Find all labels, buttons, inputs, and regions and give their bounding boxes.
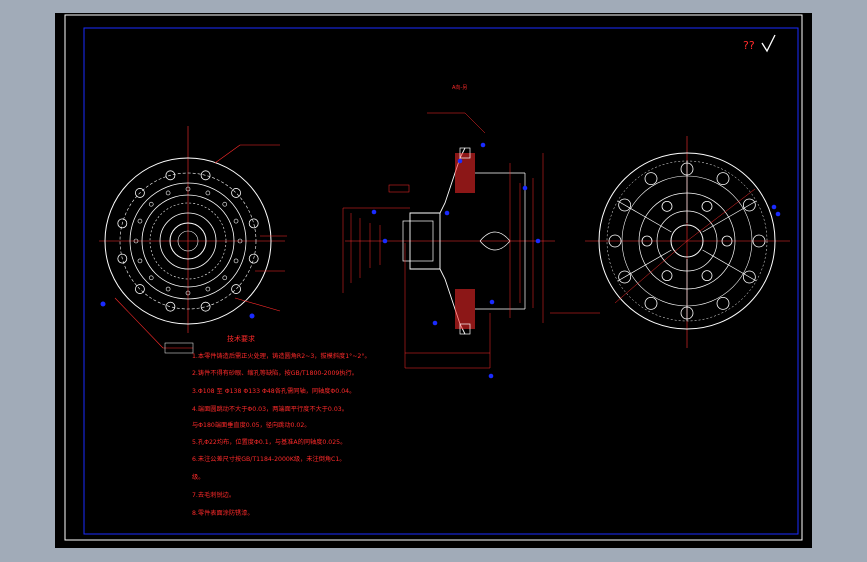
right-bolt-hole (716, 172, 730, 186)
hub-upper-left (409, 212, 441, 241)
left-small-hole (137, 258, 143, 264)
section-marker-9 (535, 238, 541, 244)
roughness-check-icon (761, 34, 776, 53)
left-small-hole (222, 275, 228, 281)
requirement-line: 7.去毛刺锐边。 (192, 491, 235, 499)
requirements-title: 技术要求 (227, 334, 255, 343)
right-inner-hole (701, 200, 713, 212)
requirement-line: 级。 (192, 473, 204, 481)
section-marker-5 (382, 238, 388, 244)
right-marker-1 (771, 204, 777, 210)
left-marker-2 (249, 313, 255, 319)
left-small-hole (233, 258, 239, 264)
left-marker-1 (100, 301, 106, 307)
right-rib (702, 249, 757, 282)
section-marker-8 (522, 185, 528, 191)
cad-drawing: ?? A向-另 技术要求 1.本零件铸造后需正火处理，铸造圆角R2~3，拔模斜度… (64, 14, 803, 541)
right-bolt-hole (716, 296, 730, 310)
right-inner-hole (701, 270, 713, 282)
left-small-hole (137, 218, 143, 224)
right-rib (617, 200, 672, 233)
left-small-hole (165, 286, 171, 292)
hatch-top (455, 153, 475, 193)
right-bolt-hole (644, 296, 658, 310)
right-bolt-hole (644, 172, 658, 186)
left-bolt-hole (231, 188, 241, 198)
left-small-hole (148, 201, 154, 207)
left-small-hole (205, 286, 211, 292)
right-inner-hole (661, 200, 673, 212)
requirement-line: 8.零件表面涂防锈漆。 (192, 509, 254, 517)
left-leader-1 (214, 144, 241, 164)
section-marker-1 (371, 209, 377, 215)
section-marker-6 (489, 299, 495, 305)
right-radius-leader-2 (614, 240, 688, 304)
requirement-line: 6.未注公差尺寸按GB/T1184-2000K级，未注倒角C1。 (192, 455, 345, 463)
left-view (99, 126, 287, 354)
hatch-bottom (455, 289, 475, 329)
right-marker-2 (775, 211, 781, 217)
datum-box (388, 184, 410, 193)
section-marker-3 (480, 142, 486, 148)
requirement-line: 4.端面圆跳动不大于Φ0.03，两端面平行度不大于0.03。 (192, 405, 348, 413)
requirements-list: 1.本零件铸造后需正火处理，铸造圆角R2~3，拔模斜度1°~2°。 2.铸件不得有… (192, 352, 371, 517)
left-small-hole (222, 201, 228, 207)
hub-lower-left (409, 241, 441, 270)
right-inner-hole (661, 270, 673, 282)
requirement-line: 5.孔Φ22均布，位置度Φ0.1，与基准A的同轴度0.025。 (192, 438, 346, 446)
section-marker-7 (432, 320, 438, 326)
left-bolt-hole (165, 301, 176, 312)
left-bolt-hole (248, 218, 259, 229)
section-marker-10 (488, 373, 494, 379)
requirement-line: 3.Φ108 至 Φ138 Φ133 Φ48各孔需同轴，同轴度Φ0.04。 (192, 387, 355, 395)
section-view (342, 112, 600, 379)
drawing-canvas: ?? A向-另 技术要求 1.本零件铸造后需正火处理，铸造圆角R2~3，拔模斜度… (55, 13, 812, 548)
left-bolt-hole (200, 301, 211, 312)
drawing-frame (64, 14, 803, 541)
requirement-line: 与Φ180端面垂直度0.05，径向跳动0.02。 (192, 421, 310, 429)
right-rib (617, 249, 672, 282)
requirement-line: 2.铸件不得有砂眼、缩孔等缺陷，按GB/T1800-2009执行。 (192, 369, 358, 377)
left-small-hole (148, 275, 154, 281)
roughness-symbol: ?? (743, 39, 755, 52)
requirement-line: 1.本零件铸造后需正火处理，铸造圆角R2~3，拔模斜度1°~2°。 (192, 352, 371, 360)
right-rib (702, 200, 757, 233)
section-marker-4 (444, 210, 450, 216)
left-bolt-hole (231, 284, 241, 294)
left-bolt-hole (135, 284, 145, 294)
left-dim-diagonal (114, 297, 164, 349)
left-small-hole (205, 190, 211, 196)
section-label: A向-另 (452, 84, 467, 91)
dim-leader-top (464, 112, 486, 134)
section-dimensions (342, 112, 600, 369)
right-radius-leader (686, 188, 756, 242)
right-view (585, 136, 790, 348)
left-small-hole (233, 218, 239, 224)
left-small-hole (165, 190, 171, 196)
section-marker-2 (457, 158, 463, 164)
